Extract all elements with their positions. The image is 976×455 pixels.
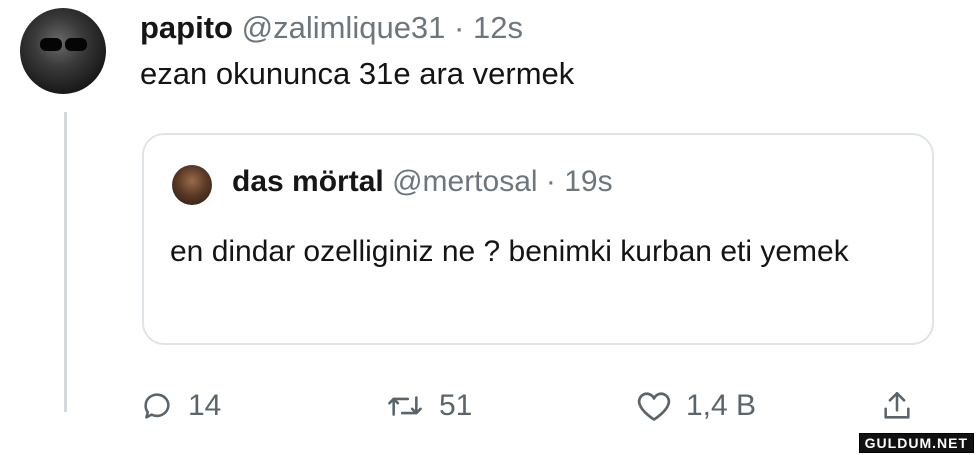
like-count: 1,4 B: [686, 389, 757, 422]
author-name[interactable]: papito: [140, 10, 233, 45]
retweet-count: 51: [439, 389, 473, 422]
thread-line: [64, 112, 67, 412]
share-upload-icon: [880, 388, 914, 424]
quoted-author-avatar[interactable]: [172, 165, 212, 205]
avatar-sunglasses-right: [65, 38, 87, 51]
retweet-arrows-icon: [385, 389, 425, 423]
heart-icon: [636, 389, 672, 423]
quoted-author-name[interactable]: das mörtal: [232, 165, 384, 198]
retweet-button[interactable]: 51: [385, 383, 472, 429]
tweet-time[interactable]: 12s: [473, 10, 523, 45]
like-button[interactable]: 1,4 B: [636, 383, 756, 429]
author-handle[interactable]: @zalimlique31: [242, 10, 446, 45]
site-watermark: GULDUM.NET: [858, 433, 974, 453]
share-button[interactable]: [880, 383, 914, 429]
quoted-header-separator: ·: [545, 165, 556, 198]
tweet-text: ezan okununca 31e ara vermek: [140, 56, 575, 91]
reply-bubble-icon: [140, 389, 174, 423]
author-avatar[interactable]: [20, 8, 106, 94]
header-separator: ·: [454, 10, 465, 45]
tweet-header: papito @zalimlique31 · 12s: [140, 10, 523, 46]
quoted-tweet-header: das mörtal @mertosal · 19s: [232, 165, 613, 199]
reply-count: 14: [188, 389, 222, 422]
quoted-author-handle[interactable]: @mertosal: [392, 165, 538, 198]
avatar-sunglasses-left: [40, 38, 62, 51]
reply-button[interactable]: 14: [140, 383, 221, 429]
tweet-actions-bar: 14 51 1,4 B: [140, 383, 940, 433]
quoted-tweet-card[interactable]: das mörtal @mertosal · 19s en dindar oze…: [142, 133, 934, 345]
quoted-tweet-time[interactable]: 19s: [564, 165, 612, 198]
quoted-tweet-text: en dindar ozelliginiz ne ? benimki kurba…: [170, 235, 849, 268]
